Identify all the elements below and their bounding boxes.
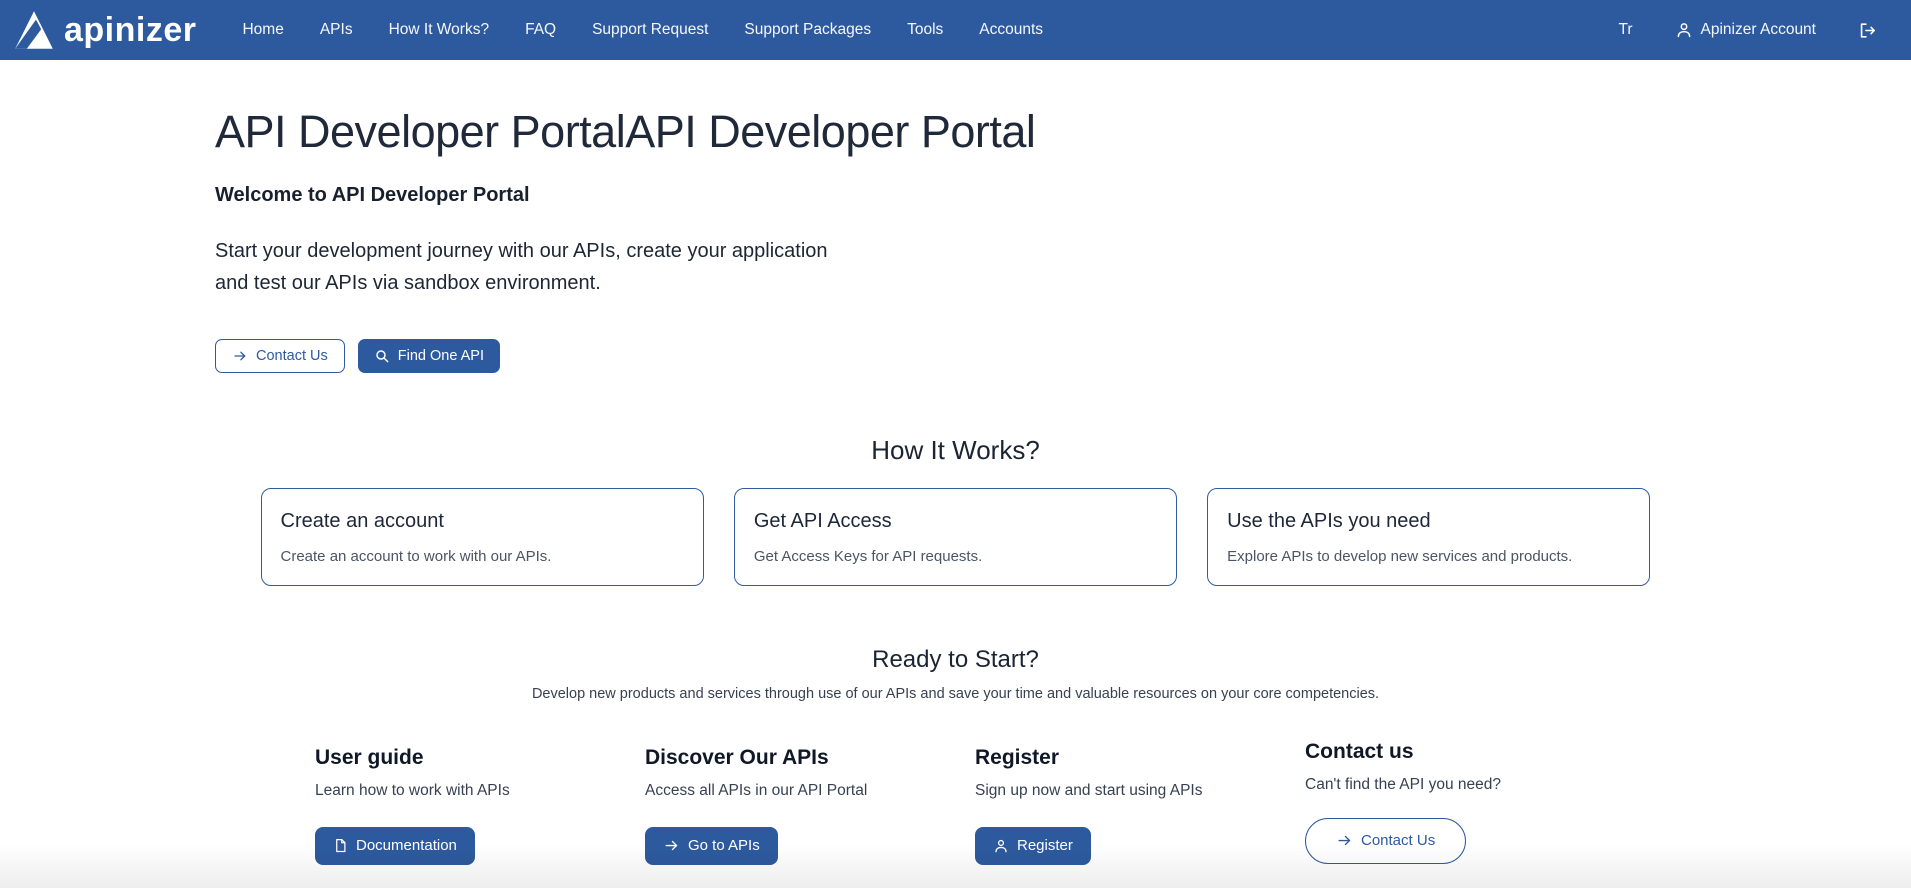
ready-columns: User guide Learn how to work with APIs D…: [315, 746, 1911, 865]
hero-description: Start your development journey with our …: [215, 235, 855, 299]
card-title: Use the APIs you need: [1227, 510, 1630, 533]
search-icon: [374, 348, 390, 364]
nav-item-home[interactable]: Home: [242, 21, 283, 39]
register-label: Register: [1017, 837, 1073, 854]
card-title: Get API Access: [754, 510, 1157, 533]
column-contact-us: Contact us Can't find the API you need? …: [1305, 740, 1635, 865]
card-description: Get Access Keys for API requests.: [754, 548, 1157, 565]
page-title: API Developer PortalAPI Developer Portal: [215, 106, 1911, 158]
ready-to-start-section: Ready to Start? Develop new products and…: [0, 646, 1911, 865]
nav-item-how-it-works[interactable]: How It Works?: [389, 21, 490, 39]
hero-welcome-heading: Welcome to API Developer Portal: [215, 184, 1911, 207]
column-description: Learn how to work with APIs: [315, 782, 645, 800]
nav-item-accounts[interactable]: Accounts: [979, 21, 1043, 39]
column-description: Can't find the API you need?: [1305, 776, 1635, 794]
document-icon: [333, 837, 348, 854]
card-get-api-access: Get API Access Get Access Keys for API r…: [734, 488, 1177, 586]
nav-item-tools[interactable]: Tools: [907, 21, 943, 39]
card-description: Create an account to work with our APIs.: [281, 548, 684, 565]
page: apinizer Home APIs How It Works? FAQ Sup…: [0, 0, 1911, 888]
user-icon: [1675, 21, 1693, 39]
user-icon: [993, 838, 1009, 854]
column-title: Register: [975, 746, 1305, 770]
nav-item-faq[interactable]: FAQ: [525, 21, 556, 39]
column-title: User guide: [315, 746, 645, 770]
column-user-guide: User guide Learn how to work with APIs D…: [315, 746, 645, 865]
card-use-apis: Use the APIs you need Explore APIs to de…: [1207, 488, 1650, 586]
column-register: Register Sign up now and start using API…: [975, 746, 1305, 865]
nav-item-support-request[interactable]: Support Request: [592, 21, 708, 39]
column-discover-apis: Discover Our APIs Access all APIs in our…: [645, 746, 975, 865]
account-menu[interactable]: Apinizer Account: [1675, 21, 1816, 39]
apinizer-logo[interactable]: apinizer: [14, 10, 196, 50]
contact-us-pill-label: Contact Us: [1361, 832, 1435, 849]
how-it-works-title: How It Works?: [0, 435, 1911, 466]
register-button[interactable]: Register: [975, 827, 1091, 865]
column-title: Contact us: [1305, 740, 1635, 764]
language-toggle[interactable]: Tr: [1618, 21, 1632, 39]
navbar-right: Tr Apinizer Account: [1618, 21, 1877, 40]
how-it-works-section: How It Works? Create an account Create a…: [0, 435, 1911, 586]
brand-name: apinizer: [64, 13, 196, 47]
column-description: Access all APIs in our API Portal: [645, 782, 975, 800]
arrow-right-icon: [663, 838, 680, 853]
hero-section: API Developer PortalAPI Developer Portal…: [0, 60, 1911, 373]
go-to-apis-label: Go to APIs: [688, 837, 760, 854]
card-create-account: Create an account Create an account to w…: [261, 488, 704, 586]
top-navbar: apinizer Home APIs How It Works? FAQ Sup…: [0, 0, 1911, 60]
hero-description-line2: and test our APIs via sandbox environmen…: [215, 267, 855, 299]
contact-us-button[interactable]: Contact Us: [215, 339, 345, 373]
nav-item-support-packages[interactable]: Support Packages: [744, 21, 871, 39]
arrow-right-icon: [232, 349, 248, 363]
arrow-right-icon: [1336, 833, 1353, 848]
column-title: Discover Our APIs: [645, 746, 975, 770]
how-it-works-cards: Create an account Create an account to w…: [261, 488, 1651, 586]
hero-description-line1: Start your development journey with our …: [215, 235, 855, 267]
account-label: Apinizer Account: [1701, 21, 1816, 39]
nav-item-apis[interactable]: APIs: [320, 21, 353, 39]
documentation-button[interactable]: Documentation: [315, 827, 475, 865]
logout-icon[interactable]: [1858, 21, 1877, 40]
card-description: Explore APIs to develop new services and…: [1227, 548, 1630, 565]
card-title: Create an account: [281, 510, 684, 533]
documentation-label: Documentation: [356, 837, 457, 854]
find-one-api-button[interactable]: Find One API: [358, 339, 500, 373]
nav-links: Home APIs How It Works? FAQ Support Requ…: [242, 21, 1043, 39]
apinizer-logo-icon: [14, 10, 54, 50]
contact-us-label: Contact Us: [256, 348, 328, 364]
ready-subtitle: Develop new products and services throug…: [0, 686, 1911, 702]
go-to-apis-button[interactable]: Go to APIs: [645, 827, 778, 865]
contact-us-pill-button[interactable]: Contact Us: [1305, 818, 1466, 864]
find-one-api-label: Find One API: [398, 348, 484, 364]
hero-buttons: Contact Us Find One API: [215, 339, 1911, 373]
column-description: Sign up now and start using APIs: [975, 782, 1305, 800]
ready-title: Ready to Start?: [0, 646, 1911, 674]
